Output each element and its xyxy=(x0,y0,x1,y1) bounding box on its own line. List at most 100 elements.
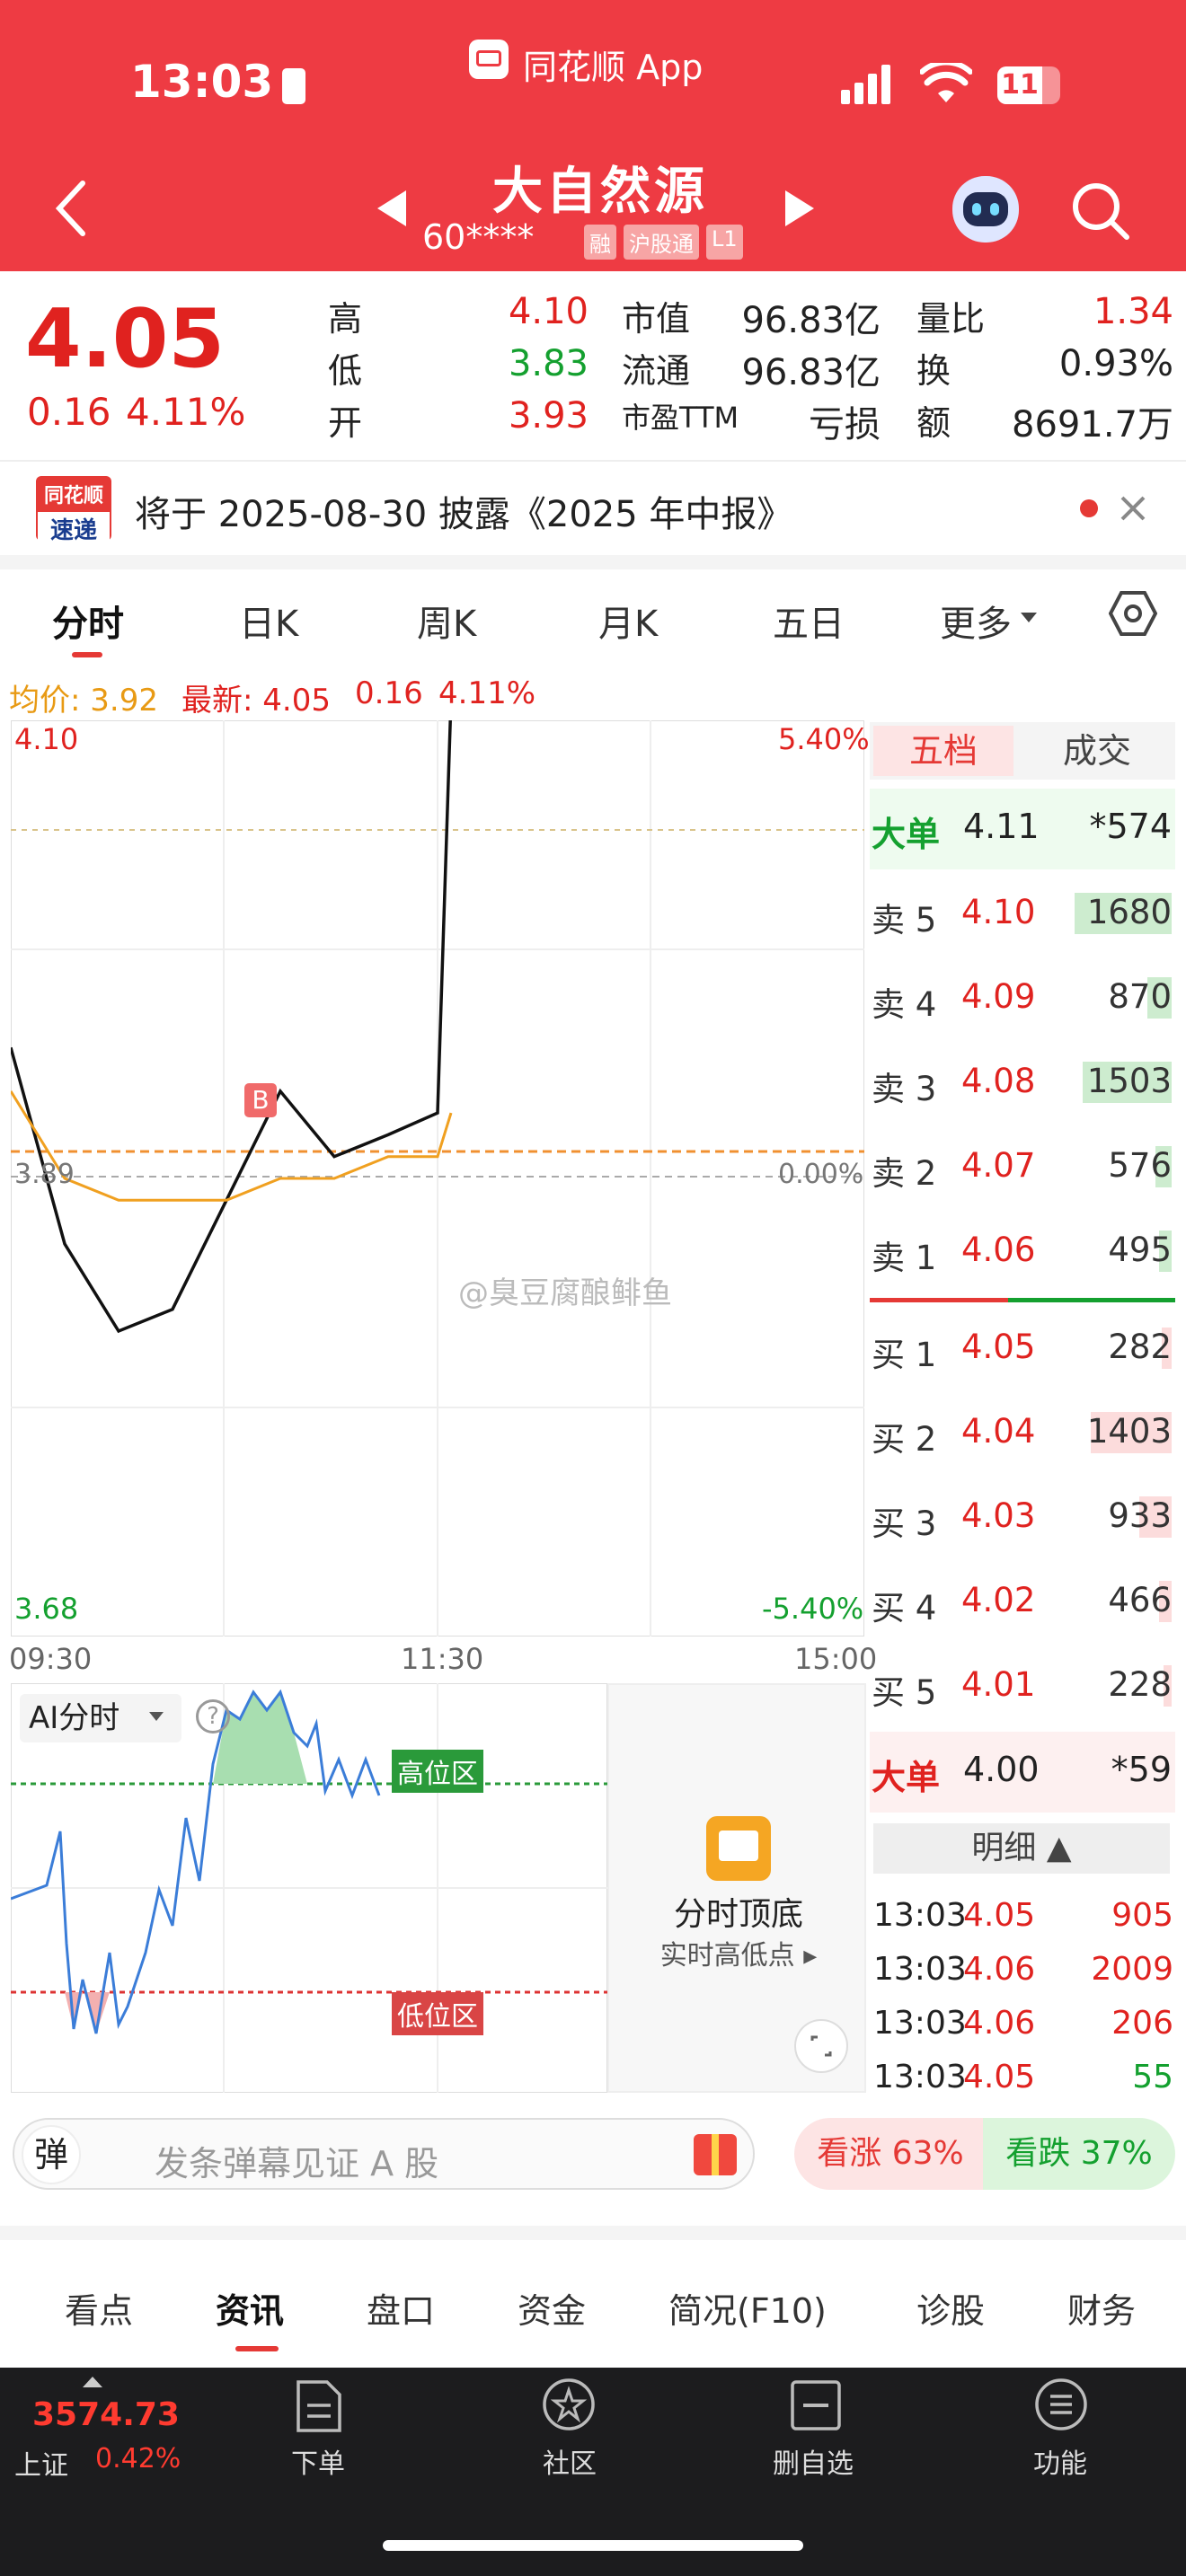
tab-diagnosis[interactable]: 诊股 xyxy=(916,2283,985,2333)
bottom-active-indicator xyxy=(235,2346,279,2351)
trade-time: 13:03 xyxy=(873,2059,967,2095)
footer-community[interactable]: 社区 xyxy=(543,2441,597,2481)
buy-marker-label: B xyxy=(252,1085,269,1115)
logo-top-text: 同花顺 xyxy=(43,485,103,507)
index-name: 上证 xyxy=(14,2450,68,2482)
bid-row[interactable]: 买 3 4.03 933 xyxy=(870,1489,1175,1543)
trade-price: 4.05 xyxy=(963,2059,1036,2095)
stat-label-open: 开 xyxy=(328,403,363,443)
tab-intraday[interactable]: 分时 xyxy=(52,595,124,647)
badge-connect: 沪股通 xyxy=(624,225,699,260)
bid-price: 4.02 xyxy=(961,1581,1036,1619)
community-icon xyxy=(543,2378,595,2430)
bid-label: 买 5 xyxy=(872,1673,937,1712)
unread-dot xyxy=(1080,499,1098,517)
axis-mid-price: 3.89 xyxy=(14,1159,75,1190)
buy-sell-divider-red xyxy=(870,1298,1008,1302)
ask-label: 卖 5 xyxy=(872,901,937,940)
price-change: 0.16 xyxy=(27,390,111,434)
ask-volume: 576 xyxy=(1108,1146,1172,1185)
tab-more[interactable]: 更多 xyxy=(940,595,1012,647)
danmu-input-bar[interactable]: 弹 发条弹幕见证 A 股 xyxy=(13,2118,755,2190)
ai-dropdown-icon xyxy=(149,1712,164,1721)
footer-functions[interactable]: 功能 xyxy=(1033,2441,1087,2481)
bid-row[interactable]: 买 4 4.02 466 xyxy=(870,1574,1175,1628)
vote-up-button[interactable]: 看涨 63% xyxy=(794,2118,987,2190)
expand-icon[interactable] xyxy=(794,2019,848,2073)
axis-top-pct: 5.40% xyxy=(778,722,870,756)
prev-stock-icon[interactable] xyxy=(376,189,408,228)
footer-remove-watchlist[interactable]: 删自选 xyxy=(773,2441,854,2481)
tab-daily-k[interactable]: 日K xyxy=(239,595,298,647)
ask-row[interactable]: 卖 4 4.09 870 xyxy=(870,970,1175,1024)
buy-marker[interactable]: B xyxy=(244,1083,277,1117)
big-sell-row: 大单 4.11 *574 xyxy=(870,789,1175,869)
axis-time-end: 15:00 xyxy=(794,1642,878,1676)
bid-row[interactable]: 买 2 4.04 1403 xyxy=(870,1405,1175,1459)
promo-title: 分时顶底 xyxy=(673,1896,803,1933)
gift-icon[interactable] xyxy=(694,2134,737,2175)
app-logo-icon xyxy=(469,40,509,79)
ask-price: 4.10 xyxy=(961,893,1036,931)
big-buy-label: 大单 xyxy=(872,1758,941,1797)
badge-level: L1 xyxy=(706,225,743,260)
stats-col-3: 量比 1.34 换 0.93% 额 8691.7万 xyxy=(916,291,1173,447)
stat-label-float: 流通 xyxy=(622,351,691,391)
trade-time: 13:03 xyxy=(873,1897,967,1934)
tab-f10[interactable]: 简况(F10) xyxy=(668,2283,827,2333)
index-value[interactable]: 3574.73 xyxy=(32,2396,180,2433)
stat-value-pe: 亏损 xyxy=(809,404,881,446)
tab-five-level[interactable]: 五档 xyxy=(873,726,1013,776)
ai-robot-icon[interactable] xyxy=(952,176,1019,243)
index-pct: 0.42% xyxy=(95,2443,181,2475)
axis-bot-pct: -5.40% xyxy=(762,1592,864,1626)
home-indicator xyxy=(383,2540,803,2551)
vote-down-button[interactable]: 看跌 37% xyxy=(983,2118,1175,2190)
tab-monthly-k[interactable]: 月K xyxy=(598,595,658,647)
tab-highlights[interactable]: 看点 xyxy=(65,2283,133,2333)
bid-price: 4.05 xyxy=(961,1328,1036,1366)
ai-promo-panel[interactable]: 分时顶底 实时高低点 ▸ xyxy=(607,1683,866,2093)
ai-intraday-chart[interactable] xyxy=(11,1683,607,2093)
tab-orderbook[interactable]: 盘口 xyxy=(367,2283,435,2333)
active-tab-indicator xyxy=(72,652,102,657)
back-to-app-label[interactable]: 同花顺 App xyxy=(523,40,703,89)
tab-fund-flow[interactable]: 资金 xyxy=(518,2283,586,2333)
ask-row[interactable]: 卖 2 4.07 576 xyxy=(870,1139,1175,1193)
intraday-chart[interactable]: B xyxy=(11,720,864,1636)
stat-value-turnover: 0.93% xyxy=(1058,343,1173,384)
ask-price: 4.06 xyxy=(961,1231,1036,1269)
big-sell-price: 4.11 xyxy=(963,807,1040,846)
ask-price: 4.09 xyxy=(961,977,1036,1016)
bid-volume: 933 xyxy=(1108,1496,1172,1535)
ask-row[interactable]: 卖 1 4.06 495 xyxy=(870,1223,1175,1277)
ask-price: 4.08 xyxy=(961,1062,1036,1100)
trade-volume: 55 xyxy=(1132,2059,1173,2095)
stat-value-high: 4.10 xyxy=(508,291,589,332)
settings-icon[interactable] xyxy=(1109,589,1157,638)
tab-news[interactable]: 资讯 xyxy=(216,2283,284,2333)
footer-order[interactable]: 下单 xyxy=(291,2441,345,2481)
bid-row[interactable]: 买 1 4.05 282 xyxy=(870,1320,1175,1374)
tab-trades[interactable]: 成交 xyxy=(1021,726,1173,776)
stat-label-low: 低 xyxy=(328,351,363,391)
flash-news-logo: 同花顺 速递 xyxy=(36,476,111,545)
big-buy-row: 大单 4.00 *59 xyxy=(870,1732,1175,1813)
notice-text[interactable]: 将于 2025-08-30 披露《2025 年中报》 xyxy=(135,485,792,537)
next-stock-icon[interactable] xyxy=(783,189,816,228)
stat-value-amount: 8691.7万 xyxy=(1012,404,1173,446)
ask-row[interactable]: 卖 3 4.08 1503 xyxy=(870,1054,1175,1108)
bid-label: 买 2 xyxy=(872,1420,937,1459)
tab-financials[interactable]: 财务 xyxy=(1067,2283,1136,2333)
detail-toggle[interactable]: 明细 ▲ xyxy=(873,1823,1170,1874)
help-icon[interactable]: ? xyxy=(196,1699,230,1734)
watermark: @臭豆腐酿鲱鱼 xyxy=(458,1275,672,1311)
bid-row[interactable]: 买 5 4.01 228 xyxy=(870,1658,1175,1712)
close-icon[interactable] xyxy=(1119,494,1147,523)
tab-five-day[interactable]: 五日 xyxy=(773,595,845,647)
search-icon[interactable] xyxy=(1069,180,1132,243)
ask-row[interactable]: 卖 5 4.10 1680 xyxy=(870,886,1175,940)
tab-weekly-k[interactable]: 周K xyxy=(417,595,476,647)
back-arrow-icon[interactable] xyxy=(54,180,90,237)
stock-code: 60**** xyxy=(422,217,535,257)
